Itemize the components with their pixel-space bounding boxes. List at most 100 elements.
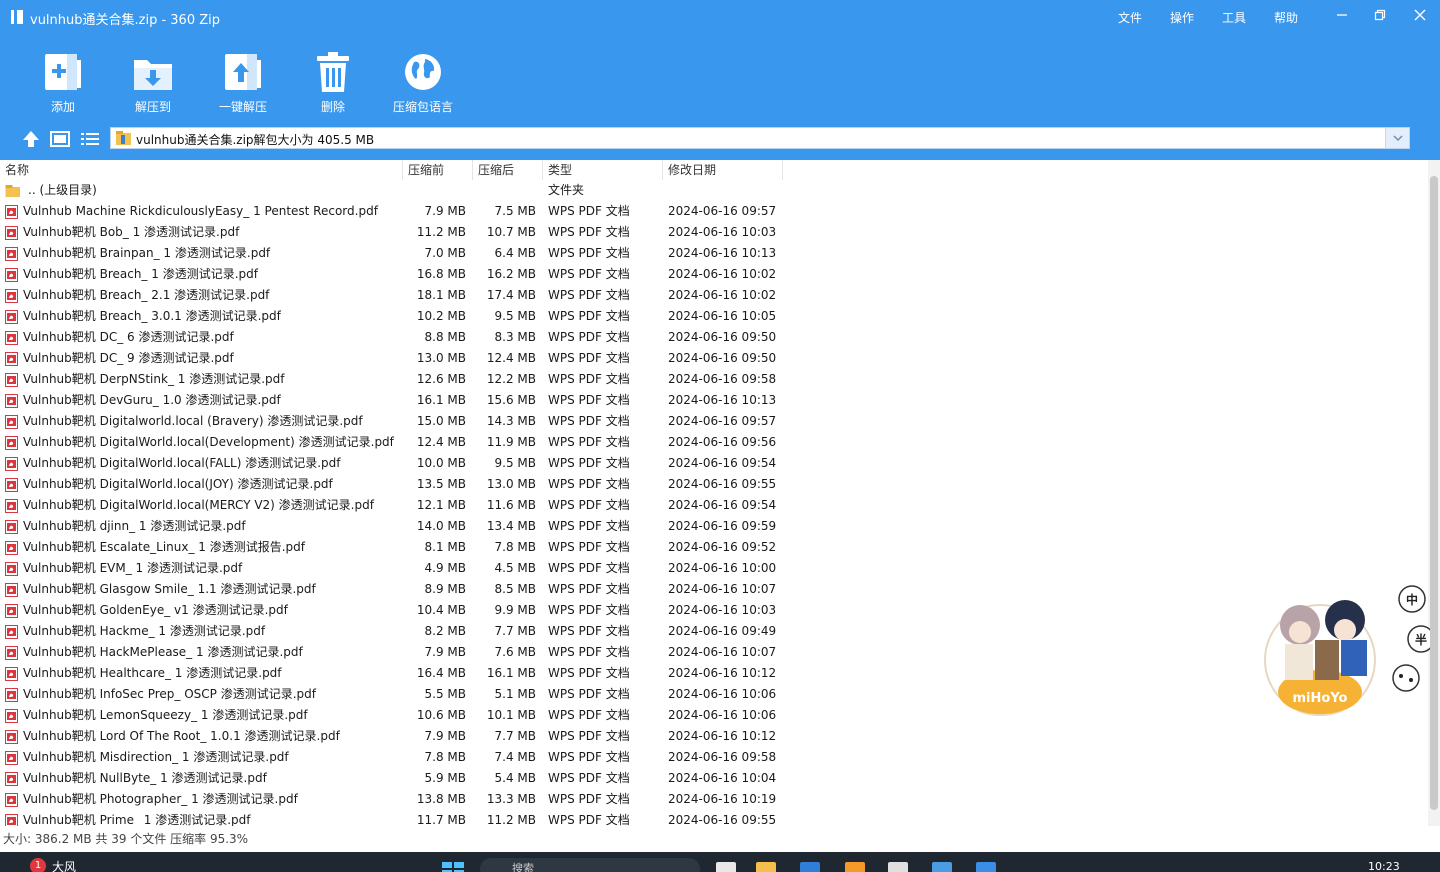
minimize-button[interactable]	[1330, 7, 1354, 27]
mascot-logo: miHoYo	[1293, 691, 1348, 706]
file-row[interactable]: Vulnhub靶机 DigitalWorld.local(MERCY V2) 渗…	[0, 495, 785, 516]
file-row[interactable]: Vulnhub靶机 EVM_ 1 渗透测试记录.pdf 4.9 MB 4.5 MB W…	[0, 558, 785, 579]
file-compressed-size: 12.2 MB	[486, 372, 536, 386]
taskbar-app-icon[interactable]	[716, 862, 736, 872]
add-button[interactable]: 添加	[18, 50, 108, 114]
file-row[interactable]: Vulnhub靶机 DigitalWorld.local(FALL) 渗透测试记…	[0, 453, 785, 474]
taskbar-app-icon[interactable]	[932, 862, 952, 872]
taskbar-app-icon[interactable]	[976, 862, 996, 872]
file-explorer-icon[interactable]	[756, 862, 776, 872]
taskbar-search[interactable]: 搜索	[480, 858, 700, 872]
close-button[interactable]	[1408, 7, 1432, 27]
file-type: WPS PDF 文档	[548, 267, 630, 281]
parent-directory-row[interactable]: .. (上级目录) 文件夹	[0, 180, 785, 201]
file-modified: 2024-06-16 09:56	[668, 435, 777, 449]
file-row[interactable]: Vulnhub靶机 LemonSqueezy_ 1 渗透测试记录.pdf 10.6…	[0, 705, 785, 726]
file-row[interactable]: Vulnhub靶机 Hackme_ 1 渗透测试记录.pdf 8.2 MB 7.7 …	[0, 621, 785, 642]
file-row[interactable]: Vulnhub靶机 DigitalWorld.local(Development…	[0, 432, 785, 453]
file-row[interactable]: Vulnhub靶机 Prime_ 1 渗透测试记录.pdf 11.7 MB 11.2…	[0, 810, 785, 826]
archive-language-label: 压缩包语言	[392, 100, 453, 114]
chevron-down-icon	[1393, 135, 1403, 142]
mascot-badge-half[interactable]: 半	[1415, 632, 1427, 647]
file-row[interactable]: Vulnhub靶机 Breach_ 2.1 渗透测试记录.pdf 18.1 MB 1…	[0, 285, 785, 306]
file-compressed-size: 11.6 MB	[486, 498, 536, 512]
path-box[interactable]: vulnhub通关合集.zip解包大小为 405.5 MB	[110, 127, 1410, 149]
menu-operate[interactable]: 操作	[1170, 9, 1194, 26]
file-size: 11.2 MB	[416, 225, 466, 239]
file-size: 7.9 MB	[424, 204, 466, 218]
file-size: 16.1 MB	[416, 393, 466, 407]
store-icon[interactable]	[800, 862, 820, 872]
file-row[interactable]: Vulnhub靶机 Brainpan_ 1 渗透测试记录.pdf 7.0 MB 6.…	[0, 243, 785, 264]
extract-to-label: 解压到	[134, 100, 171, 114]
file-type: WPS PDF 文档	[548, 666, 630, 680]
column-name[interactable]: 名称	[0, 160, 403, 180]
file-row[interactable]: Vulnhub靶机 Lord Of The Root_ 1.0.1 渗透测试记录…	[0, 726, 785, 747]
file-modified: 2024-06-16 10:03	[668, 603, 777, 617]
path-dropdown-button[interactable]	[1385, 128, 1409, 148]
file-type: WPS PDF 文档	[548, 561, 630, 575]
file-row[interactable]: Vulnhub靶机 HackMePlease_ 1 渗透测试记录.pdf 7.9 …	[0, 642, 785, 663]
file-row[interactable]: Vulnhub靶机 Bob_ 1 渗透测试记录.pdf 11.2 MB 10.7 M…	[0, 222, 785, 243]
file-name: Vulnhub Machine RickdiculouslyEasy_ 1 Pe…	[23, 204, 378, 218]
file-row[interactable]: Vulnhub靶机 DerpNStink_ 1 渗透测试记录.pdf 12.6 M…	[0, 369, 785, 390]
file-row[interactable]: Vulnhub靶机 DigitalWorld.local(JOY) 渗透测试记录…	[0, 474, 785, 495]
mascot-badge-zh[interactable]: 中	[1406, 592, 1418, 607]
windows-start-icon[interactable]	[442, 862, 464, 872]
taskbar-app-icon[interactable]	[888, 862, 908, 872]
vertical-scrollbar[interactable]	[1428, 160, 1440, 826]
scrollbar-thumb[interactable]	[1430, 176, 1438, 810]
column-type[interactable]: 类型	[543, 160, 663, 180]
file-row[interactable]: Vulnhub靶机 Misdirection_ 1 渗透测试记录.pdf 7.8 …	[0, 747, 785, 768]
notification-badge[interactable]: 1	[30, 858, 46, 872]
file-row[interactable]: Vulnhub靶机 DC_ 6 渗透测试记录.pdf 8.8 MB 8.3 MB WP…	[0, 327, 785, 348]
file-modified: 2024-06-16 10:02	[668, 288, 777, 302]
file-size: 5.9 MB	[424, 771, 466, 785]
file-name: Vulnhub靶机 Lord Of The Root_ 1.0.1 渗透测试记录…	[23, 729, 340, 743]
file-row[interactable]: Vulnhub靶机 Glasgow Smile_ 1.1 渗透测试记录.pdf 8…	[0, 579, 785, 600]
list-view-icon[interactable]	[79, 129, 101, 149]
file-row[interactable]: Vulnhub靶机 Healthcare_ 1 渗透测试记录.pdf 16.4 M…	[0, 663, 785, 684]
file-row[interactable]: Vulnhub靶机 Digitalworld.local (Bravery) 渗…	[0, 411, 785, 432]
up-arrow-icon[interactable]	[20, 129, 42, 149]
weather-text[interactable]: 大风	[52, 858, 76, 872]
file-row[interactable]: Vulnhub Machine RickdiculouslyEasy_ 1 Pe…	[0, 201, 785, 222]
menu-file[interactable]: 文件	[1118, 9, 1142, 26]
file-row[interactable]: Vulnhub靶机 djinn_ 1 渗透测试记录.pdf 14.0 MB 13.4…	[0, 516, 785, 537]
file-row[interactable]: Vulnhub靶机 InfoSec Prep_ OSCP 渗透测试记录.pdf 5…	[0, 684, 785, 705]
file-row[interactable]: Vulnhub靶机 Breach_ 1 渗透测试记录.pdf 16.8 MB 16.…	[0, 264, 785, 285]
file-compressed-size: 7.5 MB	[494, 204, 536, 218]
menu-tools[interactable]: 工具	[1222, 9, 1246, 26]
file-row[interactable]: Vulnhub靶机 Breach_ 3.0.1 渗透测试记录.pdf 10.2 M…	[0, 306, 785, 327]
extract-to-button[interactable]: 解压到	[108, 50, 198, 114]
restore-icon	[1374, 9, 1386, 21]
file-row[interactable]: Vulnhub靶机 GoldenEye_ v1 渗透测试记录.pdf 10.4 M…	[0, 600, 785, 621]
file-row[interactable]: Vulnhub靶机 DevGuru_ 1.0 渗透测试记录.pdf 16.1 MB…	[0, 390, 785, 411]
file-row[interactable]: Vulnhub靶机 DC_ 9 渗透测试记录.pdf 13.0 MB 12.4 MB…	[0, 348, 785, 369]
file-modified: 2024-06-16 10:06	[668, 687, 777, 701]
file-compressed-size: 13.0 MB	[486, 477, 536, 491]
file-name: Vulnhub靶机 NullByte_ 1 渗透测试记录.pdf	[23, 771, 267, 785]
taskbar-app-icon[interactable]	[845, 862, 865, 872]
file-row[interactable]: Vulnhub靶机 Escalate_Linux_ 1 渗透测试报告.pdf 8.…	[0, 537, 785, 558]
file-modified: 2024-06-16 10:02	[668, 267, 777, 281]
file-row[interactable]: Vulnhub靶机 Photographer_ 1 渗透测试记录.pdf 13.8…	[0, 789, 785, 810]
delete-button[interactable]: 删除	[288, 50, 378, 114]
archive-language-button[interactable]: 压缩包语言	[378, 50, 468, 114]
file-name: Vulnhub靶机 DC_ 6 渗透测试记录.pdf	[23, 330, 234, 344]
column-modified[interactable]: 修改日期	[663, 160, 783, 180]
one-click-extract-button[interactable]: 一键解压	[198, 50, 288, 114]
restore-button[interactable]	[1368, 7, 1392, 27]
file-type: WPS PDF 文档	[548, 309, 630, 323]
thumbnail-view-icon[interactable]	[49, 129, 71, 149]
path-text: vulnhub通关合集.zip解包大小为 405.5 MB	[136, 133, 375, 147]
pdf-file-icon	[5, 268, 18, 282]
menu-help[interactable]: 帮助	[1274, 9, 1298, 26]
file-row[interactable]: Vulnhub靶机 NullByte_ 1 渗透测试记录.pdf 5.9 MB 5.…	[0, 768, 785, 789]
pdf-file-icon	[5, 604, 18, 618]
column-compressed[interactable]: 压缩后	[473, 160, 543, 180]
column-size[interactable]: 压缩前	[403, 160, 473, 180]
globe-icon	[405, 54, 441, 90]
mascot-widget[interactable]: miHoYo 中 半	[1245, 580, 1430, 720]
file-compressed-size: 7.8 MB	[494, 540, 536, 554]
